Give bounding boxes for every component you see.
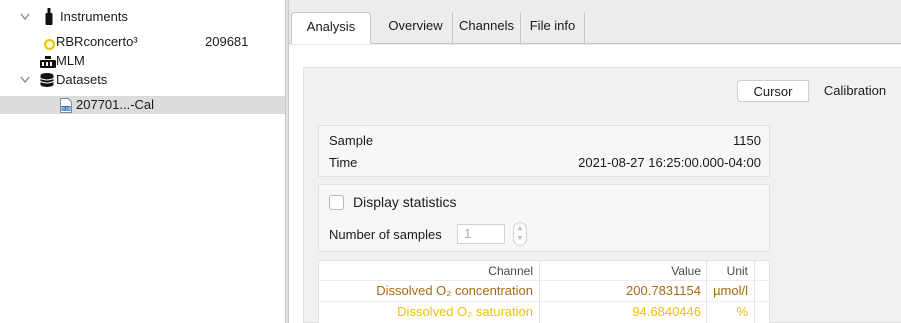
column-divider bbox=[706, 261, 707, 323]
column-header-channel[interactable]: Channel bbox=[488, 264, 533, 278]
instrument-name: RBRconcerto³ bbox=[56, 34, 138, 49]
cursor-info-box: Sample 1150 Time 2021-08-27 16:25:00.000… bbox=[318, 125, 770, 177]
channel-value-cell: 94.6840446 bbox=[632, 304, 701, 319]
column-divider bbox=[754, 261, 755, 323]
number-of-samples-input[interactable]: 1 bbox=[457, 224, 505, 244]
tree-item-instrument[interactable]: RBRconcerto³ 209681 bbox=[0, 33, 285, 51]
right-panel: Analysis Overview Channels File info Cur… bbox=[289, 0, 901, 323]
channel-unit-cell: µmol/l bbox=[713, 283, 748, 298]
column-header-value[interactable]: Value bbox=[671, 264, 701, 278]
channel-values-table: Channel Value Unit Dissolved O₂ concentr… bbox=[318, 260, 771, 323]
sample-value: 1150 bbox=[733, 133, 761, 148]
svg-text:010: 010 bbox=[62, 106, 70, 112]
channel-value-cell: 200.7831154 bbox=[626, 283, 701, 298]
tree-item-instruments[interactable]: Instruments bbox=[0, 8, 285, 26]
tree-item-dataset[interactable]: 010 207701...-Cal bbox=[0, 96, 285, 114]
column-header-unit[interactable]: Unit bbox=[727, 264, 748, 278]
chevron-down-icon[interactable] bbox=[20, 76, 30, 86]
tab-channels[interactable]: Channels bbox=[453, 12, 521, 44]
tree-item-label: MLM bbox=[56, 53, 85, 68]
stepper-down-icon[interactable]: ▼ bbox=[514, 234, 526, 244]
chevron-down-icon[interactable] bbox=[20, 13, 30, 23]
channel-name-cell: Dissolved O₂ saturation bbox=[397, 304, 533, 319]
tab-calibration[interactable]: Calibration bbox=[809, 80, 901, 102]
analysis-panel: Cursor Calibration Sample 1150 Time 2021… bbox=[303, 67, 901, 323]
time-value: 2021-08-27 16:25:00.000-04:00 bbox=[578, 155, 761, 170]
time-label: Time bbox=[329, 155, 358, 170]
number-of-samples-label: Number of samples bbox=[329, 227, 442, 242]
display-statistics-label[interactable]: Display statistics bbox=[353, 194, 456, 210]
tree-item-label: Datasets bbox=[56, 72, 108, 87]
tab-overview[interactable]: Overview bbox=[379, 12, 453, 44]
samples-stepper[interactable]: ▲ ▼ bbox=[513, 222, 527, 246]
binary-file-icon: 010 bbox=[60, 98, 72, 118]
sample-label: Sample bbox=[329, 133, 374, 148]
stepper-up-icon[interactable]: ▲ bbox=[514, 224, 526, 234]
row-divider bbox=[319, 280, 771, 281]
tab-analysis[interactable]: Analysis bbox=[291, 12, 371, 44]
sub-tab-bar: Cursor Calibration bbox=[737, 80, 901, 102]
row-divider bbox=[319, 301, 771, 302]
tree-item-datasets[interactable]: Datasets bbox=[0, 71, 285, 89]
analysis-content: Cursor Calibration Sample 1150 Time 2021… bbox=[289, 45, 901, 323]
instrument-serial: 209681 bbox=[205, 34, 249, 49]
channel-name-cell: Dissolved O₂ concentration bbox=[376, 283, 533, 298]
instrument-probe-icon bbox=[44, 8, 54, 31]
tree-item-mlm[interactable]: MLM bbox=[0, 52, 285, 70]
tab-bar: Analysis Overview Channels File info bbox=[289, 0, 901, 44]
database-icon bbox=[40, 73, 54, 92]
column-divider bbox=[539, 261, 540, 323]
tab-file-info[interactable]: File info bbox=[521, 12, 585, 44]
channel-unit-cell: % bbox=[736, 304, 748, 319]
tab-cursor[interactable]: Cursor bbox=[737, 80, 809, 102]
statistics-box: Display statistics Number of samples 1 ▲… bbox=[318, 184, 770, 252]
tree-item-label: Instruments bbox=[60, 9, 128, 24]
instrument-tree[interactable]: Instruments RBRconcerto³ 209681 MLM Data… bbox=[0, 0, 285, 323]
display-statistics-checkbox[interactable] bbox=[329, 195, 344, 210]
dataset-name: 207701...-Cal bbox=[76, 97, 155, 112]
